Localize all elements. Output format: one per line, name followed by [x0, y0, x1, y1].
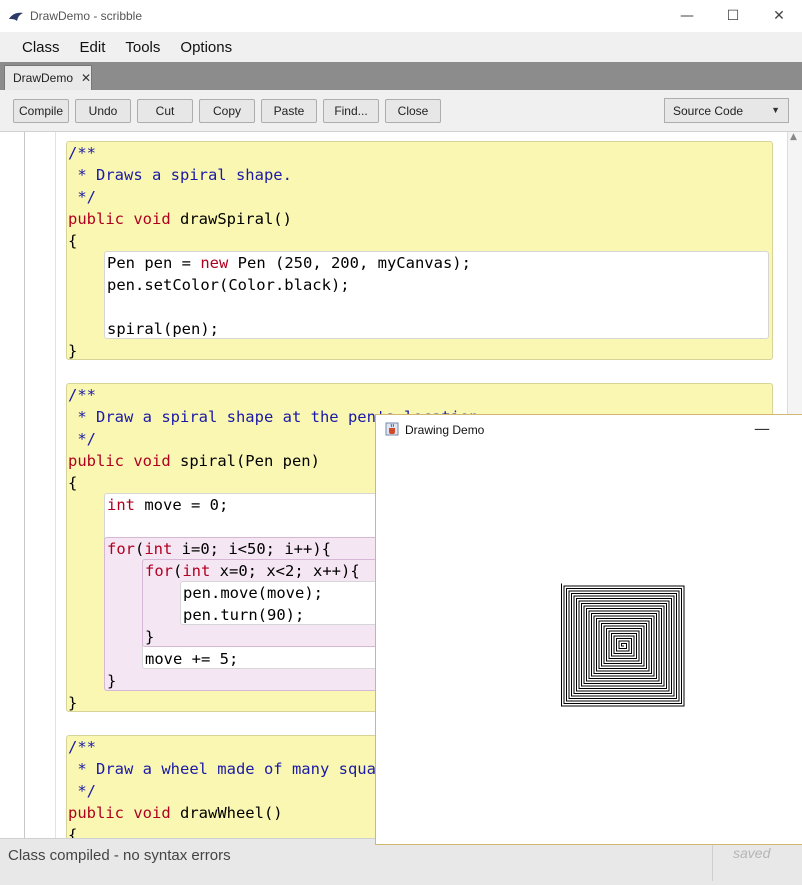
comment-line: /**	[68, 144, 96, 162]
code-text: (	[173, 562, 183, 580]
code-line: pen.turn(90);	[183, 606, 305, 624]
gutter-divider	[24, 132, 25, 838]
code-line: for(int x=0; x<2; x++){	[145, 560, 360, 582]
tab-drawdemo[interactable]: DrawDemo ✕	[4, 65, 92, 90]
menu-bar: Class Edit Tools Options	[0, 32, 802, 62]
menu-options[interactable]: Options	[170, 39, 242, 56]
minimize-button[interactable]: —	[664, 0, 710, 32]
code-text: i=0; i<50; i++){	[172, 540, 331, 558]
status-bar: Class compiled - no syntax errors saved	[0, 838, 802, 885]
drawing-demo-window[interactable]: Drawing Demo —	[375, 414, 802, 845]
keyword: public void	[68, 804, 171, 822]
toolbar: Compile Undo Cut Copy Paste Find... Clos…	[0, 90, 802, 132]
close-window-button[interactable]: ✕	[756, 0, 802, 32]
code-text: (	[135, 540, 145, 558]
status-divider	[712, 845, 713, 881]
compile-button[interactable]: Compile	[13, 99, 69, 123]
close-brace: }	[107, 672, 117, 690]
method-signature: public void spiral(Pen pen)	[68, 450, 320, 472]
open-brace: {	[68, 232, 78, 250]
code-text: move = 0;	[135, 496, 229, 514]
code-text: Pen pen =	[107, 254, 201, 272]
drawing-minimize-button[interactable]: —	[754, 419, 770, 438]
view-mode-select[interactable]: Source Code ▼	[664, 98, 789, 123]
keyword: for	[107, 540, 135, 558]
keyword: public void	[68, 452, 171, 470]
close-tab-icon[interactable]: ✕	[81, 71, 91, 85]
open-brace: {	[68, 826, 78, 838]
maximize-button[interactable]: ☐	[710, 0, 756, 32]
menu-class[interactable]: Class	[12, 39, 70, 56]
menu-tools[interactable]: Tools	[115, 39, 170, 56]
cut-button[interactable]: Cut	[137, 99, 193, 123]
tab-label: DrawDemo	[13, 71, 74, 85]
close-button[interactable]: Close	[385, 99, 441, 123]
comment-line: /**	[68, 738, 96, 756]
saved-indicator: saved	[733, 845, 771, 861]
signature-name: drawSpiral()	[170, 210, 292, 228]
undo-button[interactable]: Undo	[75, 99, 131, 123]
keyword: for	[145, 562, 173, 580]
keyword: new	[200, 254, 229, 272]
drawing-canvas	[561, 583, 685, 707]
bluej-bird-icon	[9, 12, 23, 21]
keyword: int	[144, 540, 173, 558]
method-signature: public void drawWheel()	[68, 802, 283, 824]
title-bar: DrawDemo - scribble — ☐ ✕	[0, 0, 802, 32]
code-line: pen.move(move);	[183, 584, 323, 602]
code-line: Pen pen = new Pen (250, 200, myCanvas);	[107, 252, 471, 274]
keyword: int	[182, 562, 211, 580]
status-message: Class compiled - no syntax errors	[8, 847, 231, 864]
keyword: public void	[68, 210, 171, 228]
java-cup-icon	[385, 422, 399, 436]
code-line: move += 5;	[145, 650, 239, 668]
tab-bar: DrawDemo ✕	[0, 62, 802, 90]
view-mode-value: Source Code	[673, 103, 744, 118]
method-signature: public void drawSpiral()	[68, 208, 292, 230]
scroll-up-icon[interactable]: ▲	[790, 132, 797, 142]
open-brace: {	[68, 474, 78, 492]
dropdown-arrow-icon: ▼	[771, 105, 780, 115]
find-button[interactable]: Find...	[323, 99, 379, 123]
code-text: x=0; x<2; x++){	[210, 562, 360, 580]
paste-button[interactable]: Paste	[261, 99, 317, 123]
code-line: spiral(pen);	[107, 320, 219, 338]
copy-button[interactable]: Copy	[199, 99, 255, 123]
spiral-shape	[561, 583, 685, 707]
signature-name: spiral(Pen pen)	[170, 452, 320, 470]
comment-line: */	[68, 782, 96, 800]
window-title: DrawDemo - scribble	[30, 9, 143, 23]
code-line: pen.setColor(Color.black);	[107, 276, 350, 294]
close-brace: }	[68, 342, 78, 360]
signature-name: drawWheel()	[170, 804, 283, 822]
code-line: for(int i=0; i<50; i++){	[107, 538, 331, 560]
comment-line: /**	[68, 386, 96, 404]
code-text: Pen (250, 200, myCanvas);	[228, 254, 471, 272]
menu-edit[interactable]: Edit	[70, 39, 116, 56]
close-brace: }	[145, 628, 155, 646]
code-line: int move = 0;	[107, 494, 228, 516]
close-brace: }	[68, 694, 78, 712]
comment-line: */	[68, 430, 96, 448]
drawing-window-titlebar[interactable]: Drawing Demo —	[376, 415, 802, 445]
comment-line: */	[68, 188, 96, 206]
margin-divider	[55, 132, 56, 838]
drawing-window-title: Drawing Demo	[405, 423, 485, 437]
keyword: int	[107, 496, 135, 514]
comment-line: * Draw a wheel made of many squares	[68, 760, 404, 778]
comment-line: * Draws a spiral shape.	[68, 166, 292, 184]
